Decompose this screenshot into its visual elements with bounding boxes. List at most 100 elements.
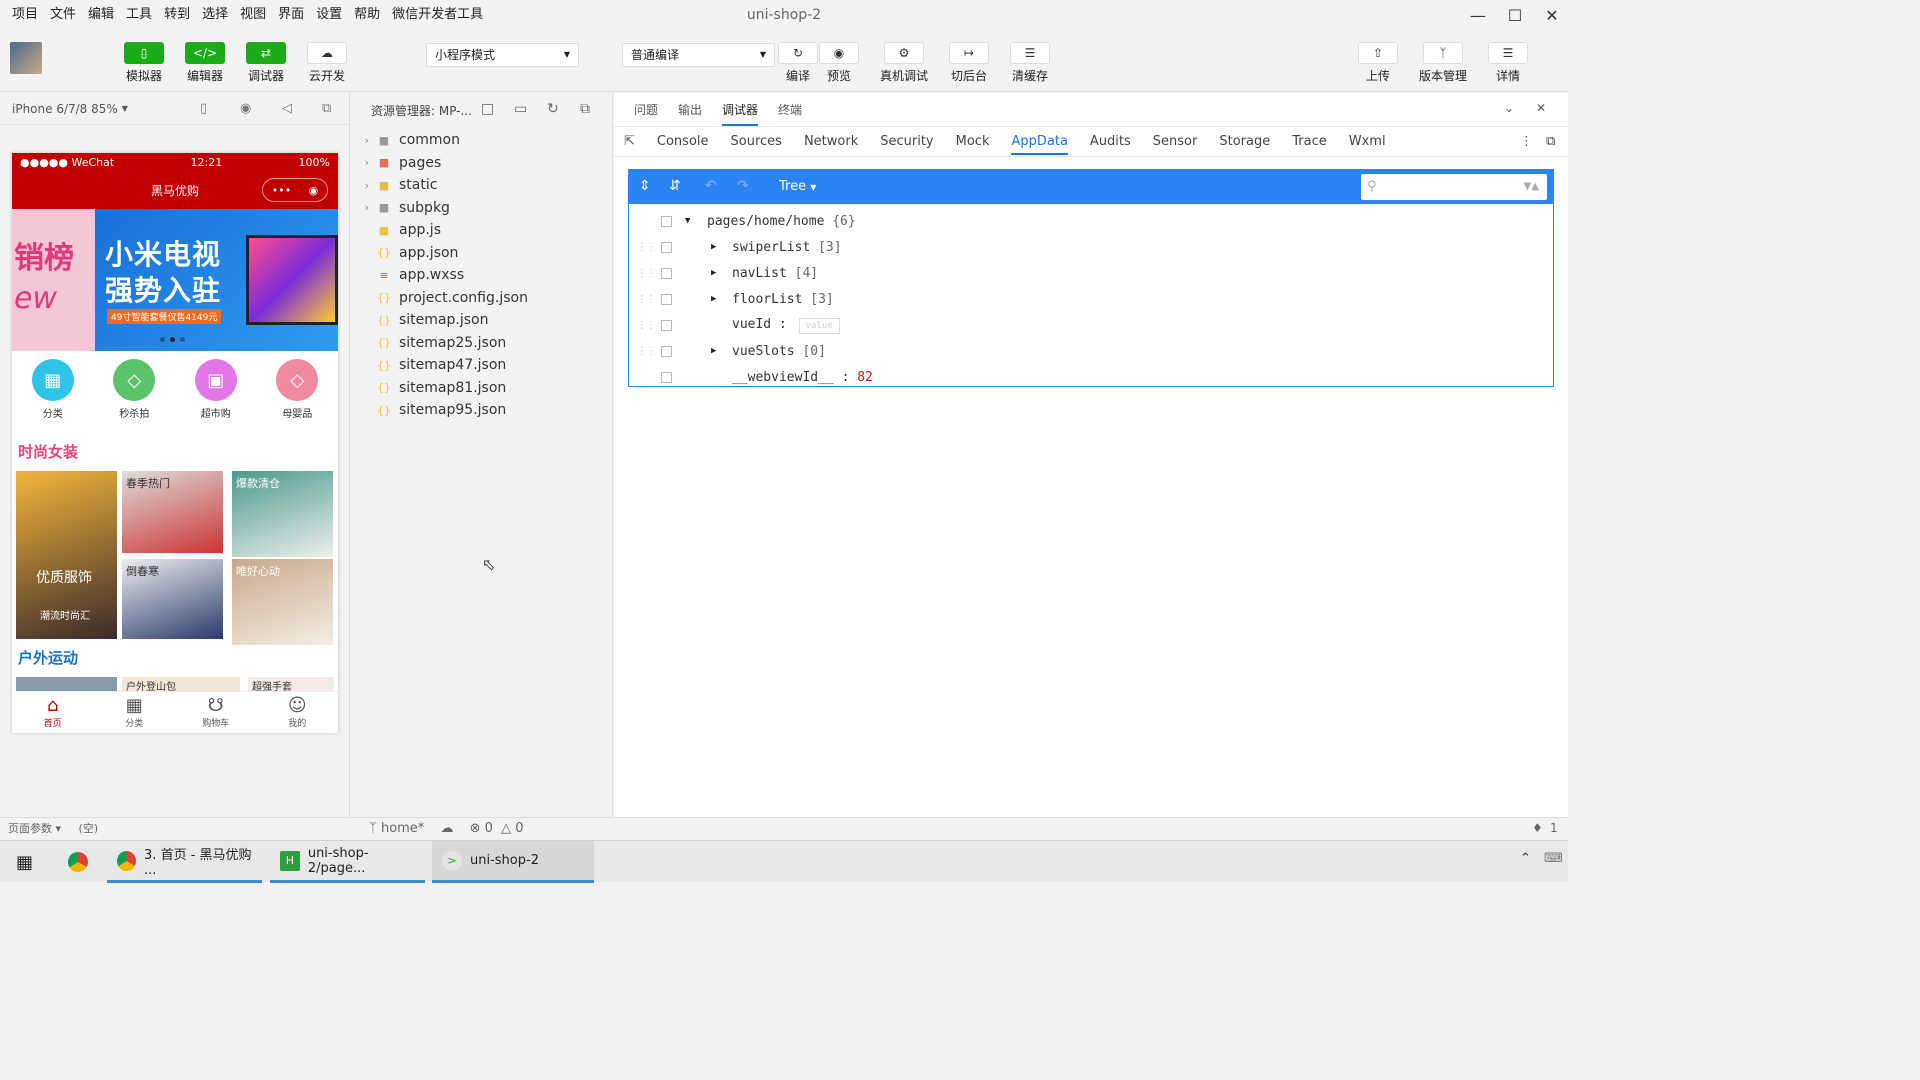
inspect-icon[interactable]: ⇱	[624, 134, 635, 149]
floor-cell[interactable]: 优质服饰 潮流时尚汇	[16, 471, 117, 639]
floor-cell[interactable]: 爆款清仓	[232, 471, 333, 557]
chevron-right-icon[interactable]: ›	[351, 156, 375, 169]
menu-view[interactable]: 视图	[234, 0, 272, 30]
floor-cell[interactable]	[16, 677, 117, 691]
upload-button[interactable]: ⇧ 上传	[1350, 42, 1406, 84]
tab-cart[interactable]: ☋ 购物车	[191, 696, 241, 730]
more-vertical-icon[interactable]: ⋮	[1520, 134, 1533, 149]
sync-icon[interactable]: ☁	[440, 821, 453, 836]
real-debug-button[interactable]: ⚙ 真机调试	[876, 42, 932, 84]
simulator-button[interactable]: ▯ 模拟器	[116, 42, 172, 84]
expand-triangle-icon[interactable]: ▶	[711, 242, 716, 252]
file-item[interactable]: {} sitemap81.json	[351, 377, 613, 399]
file-item[interactable]: › ■ static	[351, 174, 613, 196]
appdata-search-input[interactable]: ⚲ ▼▲	[1361, 174, 1547, 200]
mode-select[interactable]: 小程序模式 ▼	[426, 43, 579, 67]
tree-row[interactable]: ⋮⋮ ▶ navList [4]	[629, 260, 1553, 286]
tab-terminal[interactable]: 终端	[778, 101, 802, 118]
editor-button[interactable]: </> 编辑器	[177, 42, 233, 84]
nav-item-supermarket[interactable]: ▣ 超市购	[186, 359, 246, 433]
avatar[interactable]	[10, 42, 42, 74]
chevron-right-icon[interactable]: ›	[351, 179, 375, 192]
windows-start-icon[interactable]: ▦	[6, 841, 46, 883]
tab-mock[interactable]: Mock	[956, 134, 990, 149]
tab-sources[interactable]: Sources	[731, 134, 782, 149]
tree-row[interactable]: ⋮⋮ vueId : value	[629, 312, 1553, 338]
tab-debugger[interactable]: 调试器	[722, 101, 759, 126]
keyboard-icon[interactable]: ⌨	[1544, 851, 1563, 866]
redo-icon[interactable]: ↷	[737, 178, 749, 194]
row-checkbox[interactable]	[661, 293, 672, 305]
menu-edit[interactable]: 编辑	[82, 0, 120, 30]
row-checkbox[interactable]	[661, 319, 672, 331]
tree-row-root[interactable]: ▼ pages/home/home {6}	[629, 208, 1553, 234]
taskbar-item-chrome[interactable]: 3. 首页 - 黑马优购 ...	[107, 841, 262, 883]
floor-cell[interactable]: 唯好心动	[232, 559, 333, 645]
debugger-button[interactable]: ⇄ 调试器	[238, 42, 294, 84]
floor-cell[interactable]: 户外登山包	[122, 677, 240, 691]
record-icon[interactable]: ◉	[240, 101, 251, 116]
taskbar-item-wechat-devtools[interactable]: > uni-shop-2	[432, 841, 594, 883]
file-item[interactable]: {} sitemap25.json	[351, 332, 613, 354]
file-item[interactable]: › ■ common	[351, 129, 613, 151]
undo-icon[interactable]: ↶	[705, 178, 717, 194]
drag-handle-icon[interactable]: ⋮⋮	[637, 346, 656, 357]
tree-row[interactable]: ⋮⋮ ▶ floorList [3]	[629, 286, 1553, 312]
menu-help[interactable]: 帮助	[348, 0, 386, 30]
nav-item-category[interactable]: ▦ 分类	[23, 359, 83, 433]
bell-icon[interactable]: ♦	[1532, 821, 1543, 835]
branch-name[interactable]: home*	[381, 821, 424, 836]
file-item[interactable]: ≡ app.wxss	[351, 264, 613, 286]
menu-file[interactable]: 文件	[44, 0, 82, 30]
cloud-button[interactable]: ☁ 云开发	[299, 42, 355, 84]
chevron-up-icon[interactable]: ⌃	[1520, 851, 1531, 866]
chevron-right-icon[interactable]: ›	[351, 201, 375, 214]
tab-my[interactable]: ☺ 我的	[272, 696, 322, 730]
expand-all-icon[interactable]: ⇕	[639, 178, 651, 194]
menu-interface[interactable]: 界面	[272, 0, 310, 30]
row-checkbox[interactable]	[661, 371, 672, 383]
chevron-right-icon[interactable]: ›	[351, 134, 375, 147]
drag-handle-icon[interactable]: ⋮⋮	[637, 268, 656, 279]
version-button[interactable]: ᛉ 版本管理	[1415, 42, 1471, 84]
close-icon[interactable]: ✕	[1536, 101, 1546, 115]
tab-security[interactable]: Security	[880, 134, 933, 149]
tab-category[interactable]: ▦ 分类	[109, 696, 159, 730]
tab-network[interactable]: Network	[804, 134, 858, 149]
chevron-down-icon[interactable]: ⌄	[1504, 101, 1514, 115]
maximize-button[interactable]: ☐	[1497, 0, 1533, 30]
file-item[interactable]: {} project.config.json	[351, 287, 613, 309]
menu-wechat-devtools[interactable]: 微信开发者工具	[386, 0, 489, 30]
collapse-triangle-icon[interactable]: ▼	[685, 216, 690, 226]
expand-triangle-icon[interactable]: ▶	[711, 294, 716, 304]
nav-item-baby[interactable]: ◇ 母婴品	[267, 359, 327, 433]
volume-icon[interactable]: ◁	[282, 101, 292, 116]
floor-cell[interactable]: 倒春寒	[122, 559, 223, 639]
new-folder-icon[interactable]: ▭	[514, 101, 527, 117]
drag-handle-icon[interactable]: ⋮⋮	[637, 320, 656, 331]
clear-cache-button[interactable]: ☰ 清缓存	[1002, 42, 1058, 84]
file-item[interactable]: › ■ subpkg	[351, 197, 613, 219]
floor-cell[interactable]: 春季热门	[122, 471, 223, 553]
window-icon[interactable]: ⧉	[322, 101, 331, 116]
more-icon[interactable]: •••	[272, 184, 291, 197]
tab-appdata[interactable]: AppData	[1011, 128, 1068, 155]
tab-storage[interactable]: Storage	[1219, 134, 1270, 149]
file-item[interactable]: {} sitemap.json	[351, 309, 613, 331]
tree-row[interactable]: ⋮⋮ ▶ swiperList [3]	[629, 234, 1553, 260]
file-item[interactable]: {} app.json	[351, 242, 613, 264]
menu-tools[interactable]: 工具	[120, 0, 158, 30]
collapse-icon[interactable]: ⧉	[580, 101, 590, 117]
menu-project[interactable]: 项目	[6, 0, 44, 30]
page-params-select[interactable]: 页面参数 ▾	[8, 822, 61, 835]
view-mode-select[interactable]: Tree ▼	[779, 179, 816, 194]
swiper-banner[interactable]: 销榜 ew 小米电视 强势入驻 49寸智能套餐仅售4149元	[12, 209, 338, 351]
details-button[interactable]: ☰ 详情	[1480, 42, 1536, 84]
close-button[interactable]: ✕	[1534, 0, 1570, 30]
menu-goto[interactable]: 转到	[158, 0, 196, 30]
tab-console[interactable]: Console	[657, 134, 709, 149]
close-target-icon[interactable]: ◉	[309, 184, 319, 197]
taskbar-item-hbuilder[interactable]: Huni-shop-2/page...	[270, 841, 425, 883]
file-item[interactable]: {} sitemap95.json	[351, 399, 613, 421]
row-checkbox[interactable]	[661, 241, 672, 253]
